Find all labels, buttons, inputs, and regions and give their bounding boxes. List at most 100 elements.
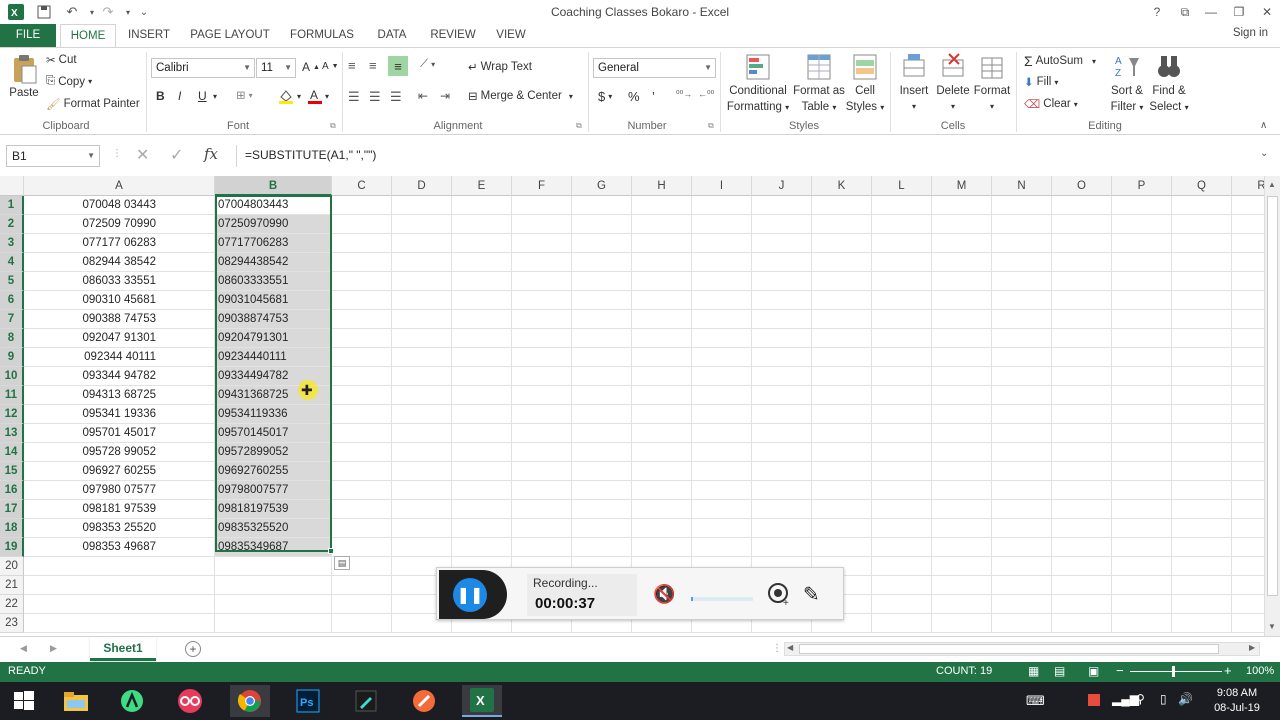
percent-button[interactable]: % — [628, 89, 640, 104]
cell-n7[interactable] — [992, 310, 1052, 329]
align-bottom-icon[interactable]: ≡ — [388, 56, 408, 76]
cell-l1[interactable] — [872, 196, 932, 215]
row-header-8[interactable]: 8 — [0, 329, 24, 348]
android-studio-icon[interactable] — [112, 685, 152, 717]
cell-j10[interactable] — [752, 367, 812, 386]
network-icon[interactable]: ▂▄▆ — [1112, 692, 1139, 706]
cell-d16[interactable] — [392, 481, 452, 500]
align-right-icon[interactable]: ☰ — [390, 89, 402, 105]
column-header-q[interactable]: Q — [1172, 176, 1232, 196]
cell-q3[interactable] — [1172, 234, 1232, 253]
column-header-k[interactable]: K — [812, 176, 872, 196]
cell-d14[interactable] — [392, 443, 452, 462]
align-middle-icon[interactable]: ≡ — [369, 58, 377, 73]
row-header-3[interactable]: 3 — [0, 234, 24, 253]
tool-app-icon[interactable] — [404, 685, 444, 717]
cell-o8[interactable] — [1052, 329, 1112, 348]
cell-n5[interactable] — [992, 272, 1052, 291]
cell-f6[interactable] — [512, 291, 572, 310]
cell-j12[interactable] — [752, 405, 812, 424]
column-header-f[interactable]: F — [512, 176, 572, 196]
cell-o14[interactable] — [1052, 443, 1112, 462]
cell-b23[interactable] — [215, 614, 332, 633]
cell-b13[interactable]: 09570145017 — [215, 424, 332, 443]
cell-e8[interactable] — [452, 329, 512, 348]
cell-b14[interactable]: 09572899052 — [215, 443, 332, 462]
cell-n13[interactable] — [992, 424, 1052, 443]
tab-home[interactable]: HOME — [60, 24, 116, 48]
cell-q5[interactable] — [1172, 272, 1232, 291]
cell-k15[interactable] — [812, 462, 872, 481]
cell-l18[interactable] — [872, 519, 932, 538]
expand-formula-bar-icon[interactable]: ⌄ — [1260, 148, 1268, 159]
cell-e6[interactable] — [452, 291, 512, 310]
cell-m15[interactable] — [932, 462, 992, 481]
cell-l20[interactable] — [872, 557, 932, 576]
cell-e11[interactable] — [452, 386, 512, 405]
cell-b4[interactable]: 08294438542 — [215, 253, 332, 272]
grow-font-button[interactable]: A ▲ — [302, 60, 320, 74]
decrease-indent-icon[interactable]: ⇤ — [418, 89, 428, 103]
cell-b15[interactable]: 09692760255 — [215, 462, 332, 481]
cell-i7[interactable] — [692, 310, 752, 329]
cell-m17[interactable] — [932, 500, 992, 519]
cell-n23[interactable] — [992, 614, 1052, 633]
cell-p17[interactable] — [1112, 500, 1172, 519]
copy-button[interactable]: ⎘ Copy ▾ — [46, 75, 92, 88]
taskbar-time[interactable]: 9:08 AM — [1206, 687, 1268, 699]
cell-i5[interactable] — [692, 272, 752, 291]
cell-m10[interactable] — [932, 367, 992, 386]
number-dialog-launcher-icon[interactable]: ⧉ — [708, 121, 714, 131]
excel-taskbar-icon[interactable]: X — [462, 685, 502, 717]
shrink-font-button[interactable]: A ▼ — [322, 61, 339, 72]
cell-h5[interactable] — [632, 272, 692, 291]
column-header-i[interactable]: I — [692, 176, 752, 196]
cell-c17[interactable] — [332, 500, 392, 519]
insert-cells-button[interactable]: Insert ▾ — [896, 52, 932, 114]
cell-d4[interactable] — [392, 253, 452, 272]
cell-a14[interactable]: 095728 99052 — [24, 443, 215, 462]
cell-q18[interactable] — [1172, 519, 1232, 538]
cell-i14[interactable] — [692, 443, 752, 462]
wrap-text-button[interactable]: ↵ Wrap Text — [468, 60, 532, 74]
cell-o16[interactable] — [1052, 481, 1112, 500]
cell-d18[interactable] — [392, 519, 452, 538]
vertical-scrollbar[interactable]: ▲ ▼ — [1264, 176, 1280, 636]
cell-d13[interactable] — [392, 424, 452, 443]
cell-j18[interactable] — [752, 519, 812, 538]
align-center-icon[interactable]: ☰ — [369, 89, 381, 105]
cell-i18[interactable] — [692, 519, 752, 538]
cell-a18[interactable]: 098353 25520 — [24, 519, 215, 538]
zoom-level[interactable]: 100% — [1246, 665, 1274, 677]
cell-f13[interactable] — [512, 424, 572, 443]
cell-m12[interactable] — [932, 405, 992, 424]
cell-d10[interactable] — [392, 367, 452, 386]
align-left-icon[interactable]: ☰ — [348, 89, 360, 105]
sign-in-link[interactable]: Sign in — [1233, 27, 1268, 39]
oo-recorder-icon[interactable] — [170, 685, 210, 717]
cell-j9[interactable] — [752, 348, 812, 367]
row-header-7[interactable]: 7 — [0, 310, 24, 329]
cell-b1[interactable]: 07004803443 — [215, 196, 332, 215]
format-cells-button[interactable]: Format ▾ — [972, 52, 1012, 114]
cell-e12[interactable] — [452, 405, 512, 424]
cell-g18[interactable] — [572, 519, 632, 538]
cell-o3[interactable] — [1052, 234, 1112, 253]
cell-r14[interactable] — [1232, 443, 1264, 462]
cell-q14[interactable] — [1172, 443, 1232, 462]
cell-k11[interactable] — [812, 386, 872, 405]
cell-p11[interactable] — [1112, 386, 1172, 405]
cell-n17[interactable] — [992, 500, 1052, 519]
cell-i4[interactable] — [692, 253, 752, 272]
cell-l15[interactable] — [872, 462, 932, 481]
cell-c16[interactable] — [332, 481, 392, 500]
column-header-p[interactable]: P — [1112, 176, 1172, 196]
cell-n9[interactable] — [992, 348, 1052, 367]
column-header-d[interactable]: D — [392, 176, 452, 196]
cell-j16[interactable] — [752, 481, 812, 500]
cell-h8[interactable] — [632, 329, 692, 348]
tab-view[interactable]: VIEW — [490, 24, 532, 48]
cell-p8[interactable] — [1112, 329, 1172, 348]
cell-j2[interactable] — [752, 215, 812, 234]
maximize-button[interactable]: ❐ — [1226, 2, 1252, 22]
